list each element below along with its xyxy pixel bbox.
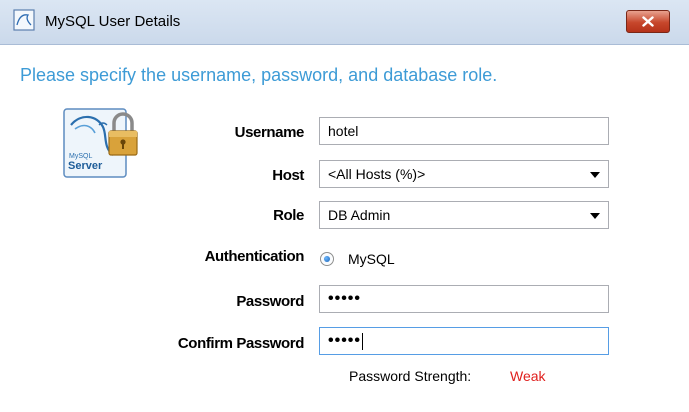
- host-label: Host: [272, 167, 304, 184]
- password-masked-value: •••••: [328, 290, 362, 307]
- role-selected-value: DB Admin: [328, 207, 391, 223]
- app-icon: [13, 9, 35, 31]
- password-label: Password: [236, 293, 304, 310]
- authentication-mysql-label[interactable]: MySQL: [348, 251, 395, 267]
- authentication-label: Authentication: [204, 248, 305, 265]
- close-button[interactable]: [626, 10, 670, 33]
- radio-selected-dot: [324, 256, 330, 262]
- username-value: hotel: [328, 123, 359, 139]
- text-caret: [362, 332, 364, 350]
- close-icon: [642, 16, 654, 27]
- authentication-mysql-radio[interactable]: [320, 252, 334, 266]
- title-bar: MySQL User Details: [0, 0, 689, 45]
- password-strength-value: Weak: [510, 368, 546, 384]
- window-title: MySQL User Details: [45, 13, 181, 30]
- host-selected-value: <All Hosts (%)>: [328, 166, 426, 182]
- password-input[interactable]: •••••: [319, 285, 609, 313]
- dialog-content: Please specify the username, password, a…: [0, 45, 689, 412]
- svg-text:Server: Server: [68, 160, 103, 172]
- host-dropdown[interactable]: <All Hosts (%)>: [319, 160, 609, 188]
- confirm-password-label: Confirm Password: [177, 335, 305, 352]
- username-label: Username: [234, 124, 305, 141]
- password-strength-label: Password Strength:: [349, 368, 472, 384]
- role-dropdown[interactable]: DB Admin: [319, 201, 609, 229]
- chevron-down-icon: [590, 172, 600, 178]
- chevron-down-icon: [590, 213, 600, 219]
- confirm-password-input[interactable]: •••••: [319, 327, 609, 355]
- svg-text:MySQL: MySQL: [69, 153, 92, 160]
- role-label: Role: [273, 207, 304, 224]
- instructions-text: Please specify the username, password, a…: [20, 65, 498, 85]
- mysql-server-lock-icon: MySQL Server: [63, 105, 140, 180]
- username-input[interactable]: hotel: [319, 117, 609, 145]
- confirm-password-masked-value: •••••: [328, 332, 362, 349]
